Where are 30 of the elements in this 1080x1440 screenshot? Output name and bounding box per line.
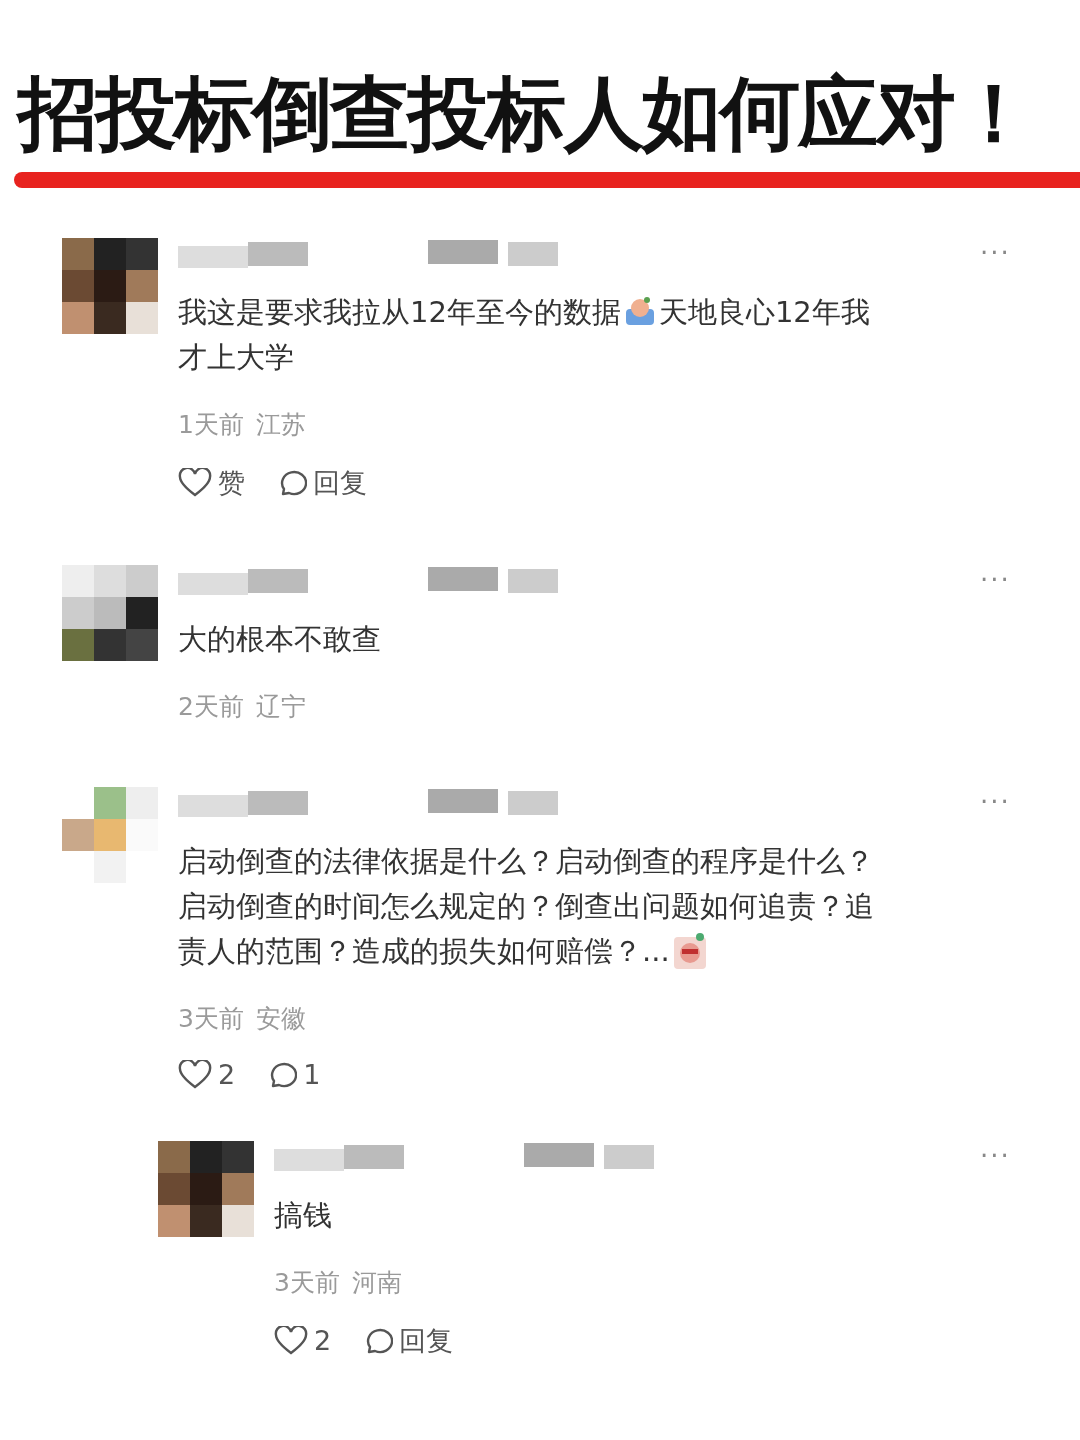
comment-region: 江苏 <box>255 408 306 441</box>
comment-region: 安徽 <box>255 1002 306 1035</box>
more-options-button[interactable]: ··· <box>980 786 1020 1091</box>
comment-text: 天地良心12年我 <box>658 294 870 331</box>
heart-icon <box>178 1059 212 1090</box>
more-options-button[interactable]: ··· <box>980 238 1020 501</box>
like-button[interactable]: 2 <box>178 1059 236 1091</box>
like-button[interactable]: 赞 <box>178 464 245 501</box>
comment-text: 启动倒查的法律依据是什么？启动倒查的程序是什么？ <box>178 842 874 880</box>
more-options-button[interactable]: ··· <box>980 1140 1020 1359</box>
comment-text: 启动倒查的时间怎么规定的？倒查出问题如何追责？追 <box>178 887 874 925</box>
reply-button[interactable]: 回复 <box>275 464 367 501</box>
comment-text: 大的根本不敢查 <box>178 620 381 658</box>
comment-text: 搞钱 <box>274 1196 332 1234</box>
comment-time: 2天前 <box>178 690 244 723</box>
comment-text: 责人的范围？造成的损失如何赔偿？... <box>178 932 670 970</box>
comment-text: 我这是要求我拉从12年至今的数据 <box>178 294 621 331</box>
heart-icon <box>274 1325 308 1356</box>
reply-button[interactable]: 1 <box>265 1058 321 1091</box>
comment-text: 才上大学 <box>178 338 294 376</box>
comment-time: 3天前 <box>274 1266 340 1299</box>
comment-time: 1天前 <box>178 408 244 441</box>
comment-time: 3天前 <box>178 1002 244 1035</box>
reply-button[interactable]: 回复 <box>361 1322 454 1359</box>
more-options-button[interactable]: ··· <box>980 564 1020 723</box>
comment-region: 河南 <box>351 1266 402 1299</box>
like-button[interactable]: 2 <box>274 1325 332 1357</box>
page-title: 招投标倒查投标人如何应对！ <box>15 66 1033 158</box>
comment-region: 辽宁 <box>255 690 306 723</box>
heart-icon <box>178 467 212 498</box>
